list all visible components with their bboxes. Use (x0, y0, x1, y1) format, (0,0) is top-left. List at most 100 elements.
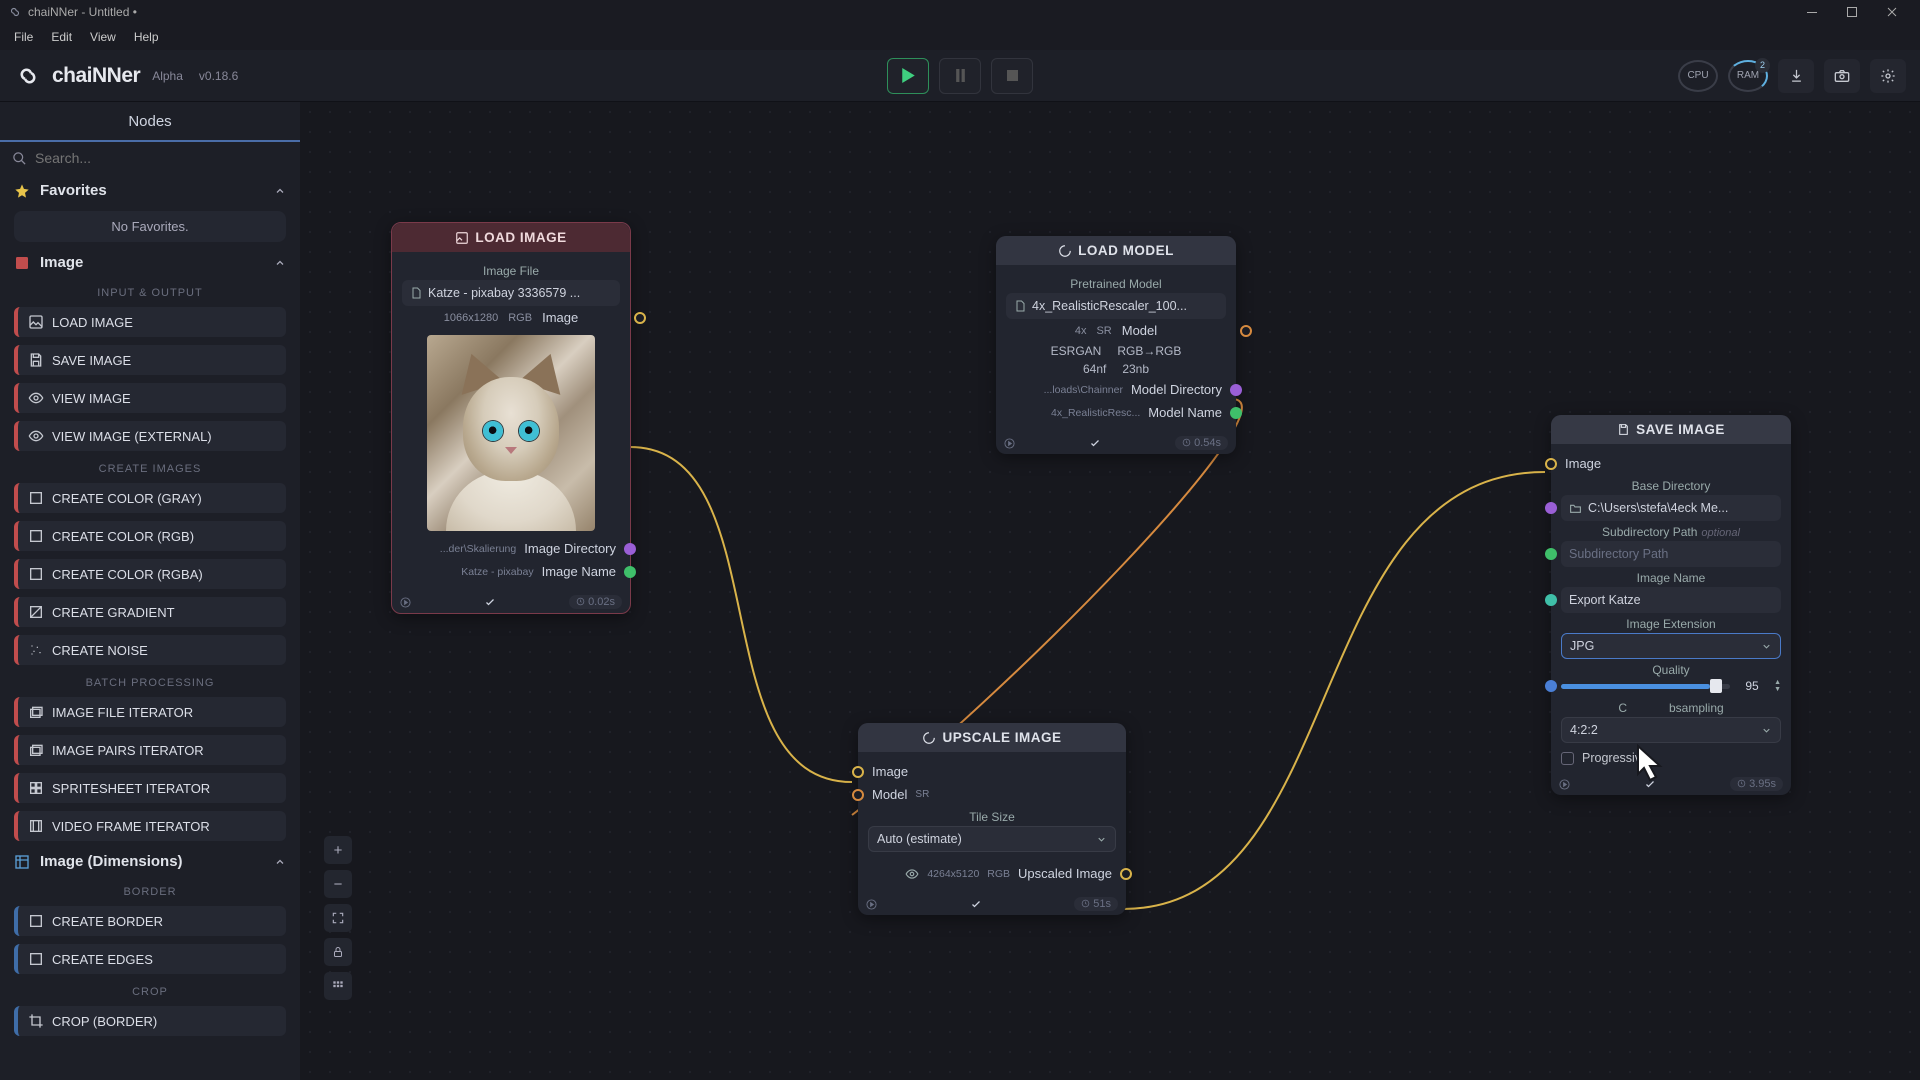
zoom-lock-button[interactable] (324, 938, 352, 966)
folder-icon (1569, 502, 1582, 514)
eye-icon (28, 390, 44, 406)
node-item-view-image-external[interactable]: VIEW IMAGE (EXTERNAL) (14, 421, 286, 451)
menu-edit[interactable]: Edit (43, 27, 80, 47)
file-icon (1014, 299, 1026, 313)
grid-icon (28, 780, 44, 796)
output-port-image[interactable] (634, 312, 646, 324)
cpu-meter: CPU (1678, 60, 1718, 92)
gradient-icon (28, 604, 44, 620)
quality-stepper[interactable]: ▲▼ (1774, 679, 1781, 693)
section-favorites[interactable]: Favorites (0, 174, 300, 207)
screenshot-button[interactable] (1824, 59, 1860, 93)
play-icon[interactable] (866, 899, 877, 910)
field-label: Subdirectory Pathoptional (1561, 521, 1781, 541)
node-load-image[interactable]: LOAD IMAGE Image File Katze - pixabay 33… (391, 222, 631, 614)
dropdown-tile-size[interactable]: Auto (estimate) (868, 826, 1116, 852)
node-item-save-image[interactable]: SAVE IMAGE (14, 345, 286, 375)
input-port-quality[interactable] (1545, 680, 1557, 692)
input-port-name[interactable] (1545, 594, 1557, 606)
chevron-down-icon (1096, 834, 1107, 845)
node-item-image-file-iterator[interactable]: IMAGE FILE ITERATOR (14, 697, 286, 727)
file-icon (410, 286, 422, 300)
node-item-create-rgb[interactable]: CREATE COLOR (RGB) (14, 521, 286, 551)
run-button[interactable] (887, 58, 929, 94)
menu-file[interactable]: File (6, 27, 41, 47)
node-item-create-gradient[interactable]: CREATE GRADIENT (14, 597, 286, 627)
node-item-load-image[interactable]: LOAD IMAGE (14, 307, 286, 337)
category-label: CREATE IMAGES (0, 455, 300, 479)
node-load-model[interactable]: LOAD MODEL Pretrained Model 4x_Realistic… (996, 236, 1236, 454)
tab-nodes[interactable]: Nodes (110, 105, 189, 138)
output-port-model[interactable] (1240, 325, 1252, 337)
node-item-create-border[interactable]: CREATE BORDER (14, 906, 286, 936)
output-port-name[interactable] (624, 566, 636, 578)
section-image[interactable]: Image (0, 246, 300, 279)
node-save-image[interactable]: SAVE IMAGE Image Base Directory C:\Users… (1551, 415, 1791, 795)
brand-version: v0.18.6 (199, 69, 238, 83)
node-header[interactable]: LOAD IMAGE (392, 223, 630, 252)
stack-icon (28, 704, 44, 720)
basedir-field[interactable]: C:\Users\stefa\4eck Me... (1561, 495, 1781, 521)
node-header[interactable]: SAVE IMAGE (1551, 415, 1791, 444)
node-item-view-image[interactable]: VIEW IMAGE (14, 383, 286, 413)
input-port-basedir[interactable] (1545, 502, 1557, 514)
clock-icon (1737, 779, 1746, 788)
menu-help[interactable]: Help (126, 27, 167, 47)
input-port-model[interactable] (852, 789, 864, 801)
zoom-fit-button[interactable] (324, 904, 352, 932)
titlebar: chaiNNer - Untitled • (0, 0, 1920, 24)
canvas[interactable]: LOAD IMAGE Image File Katze - pixabay 33… (300, 102, 1920, 1080)
save-icon (1617, 423, 1630, 436)
output-port-directory[interactable] (624, 543, 636, 555)
node-item-create-noise[interactable]: CREATE NOISE (14, 635, 286, 665)
eye-icon[interactable] (905, 867, 919, 881)
play-icon[interactable] (400, 597, 411, 608)
stack-icon (28, 742, 44, 758)
node-item-create-gray[interactable]: CREATE COLOR (GRAY) (14, 483, 286, 513)
stop-button[interactable] (991, 58, 1033, 94)
download-button[interactable] (1778, 59, 1814, 93)
close-button[interactable] (1872, 0, 1912, 24)
brand-name: chaiNNer (52, 64, 140, 88)
zoom-out-button[interactable]: − (324, 870, 352, 898)
menu-view[interactable]: View (82, 27, 124, 47)
output-port-name[interactable] (1230, 407, 1242, 419)
output-port-upscaled[interactable] (1120, 868, 1132, 880)
play-icon[interactable] (1559, 779, 1570, 790)
node-header[interactable]: LOAD MODEL (996, 236, 1236, 265)
quality-slider[interactable] (1561, 684, 1730, 689)
name-input[interactable]: Export Katze (1561, 587, 1781, 613)
maximize-button[interactable] (1832, 0, 1872, 24)
minimize-button[interactable] (1792, 0, 1832, 24)
settings-button[interactable] (1870, 59, 1906, 93)
clock-icon (576, 597, 585, 606)
file-field[interactable]: Katze - pixabay 3336579 ... (402, 280, 620, 306)
dropdown-extension[interactable]: JPG (1561, 633, 1781, 659)
dropdown-subsampling[interactable]: 4:2:2 (1561, 717, 1781, 743)
node-item-crop-border[interactable]: CROP (BORDER) (14, 1006, 286, 1036)
checkbox-progressive[interactable]: Progressive (1561, 751, 1781, 765)
menubar: File Edit View Help (0, 24, 1920, 50)
input-port-image[interactable] (852, 766, 864, 778)
zoom-in-button[interactable]: + (324, 836, 352, 864)
pause-button[interactable] (939, 58, 981, 94)
play-icon[interactable] (1004, 438, 1015, 449)
node-item-create-edges[interactable]: CREATE EDGES (14, 944, 286, 974)
square-icon (28, 528, 44, 544)
output-port-directory[interactable] (1230, 384, 1242, 396)
node-item-create-rgba[interactable]: CREATE COLOR (RGBA) (14, 559, 286, 589)
input-port-image[interactable] (1545, 458, 1557, 470)
node-item-spritesheet-iterator[interactable]: SPRITESHEET ITERATOR (14, 773, 286, 803)
node-header[interactable]: UPSCALE IMAGE (858, 723, 1126, 752)
dimensions-icon (14, 854, 30, 870)
zoom-more-button[interactable] (324, 972, 352, 1000)
input-port-subdir[interactable] (1545, 548, 1557, 560)
node-upscale-image[interactable]: UPSCALE IMAGE Image Model SR Tile Size A… (858, 723, 1126, 915)
file-field[interactable]: 4x_RealisticRescaler_100... (1006, 293, 1226, 319)
search-input[interactable] (35, 150, 288, 166)
section-image-dimensions[interactable]: Image (Dimensions) (0, 845, 300, 878)
quality-value[interactable]: 95 (1738, 679, 1766, 693)
node-item-video-frame-iterator[interactable]: VIDEO FRAME ITERATOR (14, 811, 286, 841)
subdir-input[interactable]: Subdirectory Path (1561, 541, 1781, 567)
node-item-image-pairs-iterator[interactable]: IMAGE PAIRS ITERATOR (14, 735, 286, 765)
